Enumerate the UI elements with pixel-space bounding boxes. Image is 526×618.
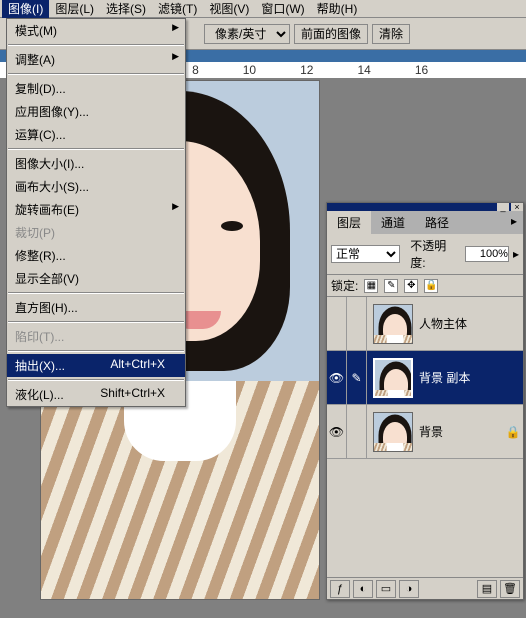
lock-position-icon[interactable]: ✥ [404,279,418,293]
layer-row[interactable]: 👁 背景🔒 [327,405,523,459]
menu-item[interactable]: 图层(L) [49,0,100,18]
menu-item[interactable]: 模式(M)▶ [7,19,185,42]
image-menu-dropdown: 模式(M)▶ 调整(A)▶ 复制(D)...应用图像(Y)...运算(C)... 图像… [6,18,186,407]
menu-item[interactable]: 调整(A)▶ [7,48,185,71]
menu-item[interactable]: 图像大小(I)... [7,152,185,175]
lock-label: 锁定: [331,277,358,294]
visibility-toggle[interactable]: 👁 [327,405,347,459]
layer-thumbnail[interactable] [373,412,413,452]
adjustment-layer-icon[interactable]: ◑ [399,580,419,598]
layer-set-icon[interactable]: ▭ [376,580,396,598]
layer-style-icon[interactable]: ƒ [330,580,350,598]
layer-name[interactable]: 背景 副本 [419,369,523,386]
layer-mask-icon[interactable]: ◐ [353,580,373,598]
minimize-icon[interactable]: _ [497,203,509,211]
lock-all-icon[interactable]: 🔒 [424,279,438,293]
link-toggle[interactable] [347,405,367,459]
menu-item[interactable]: 裁切(P) [7,221,185,244]
ruler-tick: 8 [192,63,199,77]
panel-tab[interactable]: 路径 [415,211,459,234]
menubar: 图像(I)图层(L)选择(S)滤镜(T)视图(V)窗口(W)帮助(H) [0,0,526,18]
menu-item[interactable]: 应用图像(Y)... [7,100,185,123]
layer-name[interactable]: 背景 [419,423,503,440]
menu-item[interactable]: 窗口(W) [255,0,310,18]
menu-item[interactable]: 画布大小(S)... [7,175,185,198]
layers-panel: _ × 图层通道路径 ▸ 正常 不透明度: ▸ 锁定: ▦ ✎ ✥ 🔒 人物主体 👁… [326,202,524,600]
menu-item[interactable]: 视图(V) [203,0,255,18]
menu-item[interactable]: 帮助(H) [311,0,364,18]
lock-icon: 🔒 [503,425,523,439]
menu-item[interactable]: 修整(R)... [7,244,185,267]
delete-layer-icon[interactable]: 🗑 [500,580,520,598]
menu-item[interactable]: 选择(S) [100,0,152,18]
new-layer-icon[interactable]: ▤ [477,580,497,598]
panel-footer: ƒ ◐ ▭ ◑ ▤ 🗑 [327,577,523,599]
layer-thumbnail[interactable] [373,304,413,344]
menu-item[interactable]: 显示全部(V) [7,267,185,290]
panel-tabs: 图层通道路径 ▸ [327,211,523,234]
front-image-button[interactable]: 前面的图像 [294,24,368,44]
layer-name[interactable]: 人物主体 [419,315,523,332]
ruler-tick: 12 [300,63,313,77]
menu-item[interactable]: 液化(L)...Shift+Ctrl+X [7,383,185,406]
opacity-label: 不透明度: [410,237,461,271]
menu-item[interactable]: 复制(D)... [7,77,185,100]
menu-item[interactable]: 运算(C)... [7,123,185,146]
menu-item[interactable]: 陷印(T)... [7,325,185,348]
link-toggle[interactable]: ✎ [347,351,367,405]
menu-item[interactable]: 滤镜(T) [152,0,203,18]
visibility-toggle[interactable] [327,297,347,351]
link-toggle[interactable] [347,297,367,351]
layer-row[interactable]: 👁✎ 背景 副本 [327,351,523,405]
lock-transparency-icon[interactable]: ▦ [364,279,378,293]
panel-tab[interactable]: 通道 [371,211,415,234]
visibility-toggle[interactable]: 👁 [327,351,347,405]
ruler-tick: 10 [243,63,256,77]
panel-options-icon[interactable]: ▸ [505,211,523,234]
close-icon[interactable]: × [511,203,523,211]
layers-list: 人物主体 👁✎ 背景 副本 👁 背景🔒 [327,297,523,577]
blend-mode-select[interactable]: 正常 [331,245,400,263]
ruler-tick: 14 [357,63,370,77]
menu-item[interactable]: 图像(I) [2,0,49,18]
layer-thumbnail[interactable] [373,358,413,398]
opacity-input[interactable] [465,246,509,262]
lock-paint-icon[interactable]: ✎ [384,279,398,293]
panel-titlebar[interactable]: _ × [327,203,523,211]
opacity-arrow-icon[interactable]: ▸ [513,247,519,261]
unit-select[interactable]: 像素/英寸 [204,24,290,44]
menu-item[interactable]: 直方图(H)... [7,296,185,319]
ruler-tick: 16 [415,63,428,77]
clear-button[interactable]: 清除 [372,24,410,44]
layer-row[interactable]: 人物主体 [327,297,523,351]
menu-item[interactable]: 抽出(X)...Alt+Ctrl+X [7,354,185,377]
menu-item[interactable]: 旋转画布(E)▶ [7,198,185,221]
panel-tab[interactable]: 图层 [327,211,371,234]
